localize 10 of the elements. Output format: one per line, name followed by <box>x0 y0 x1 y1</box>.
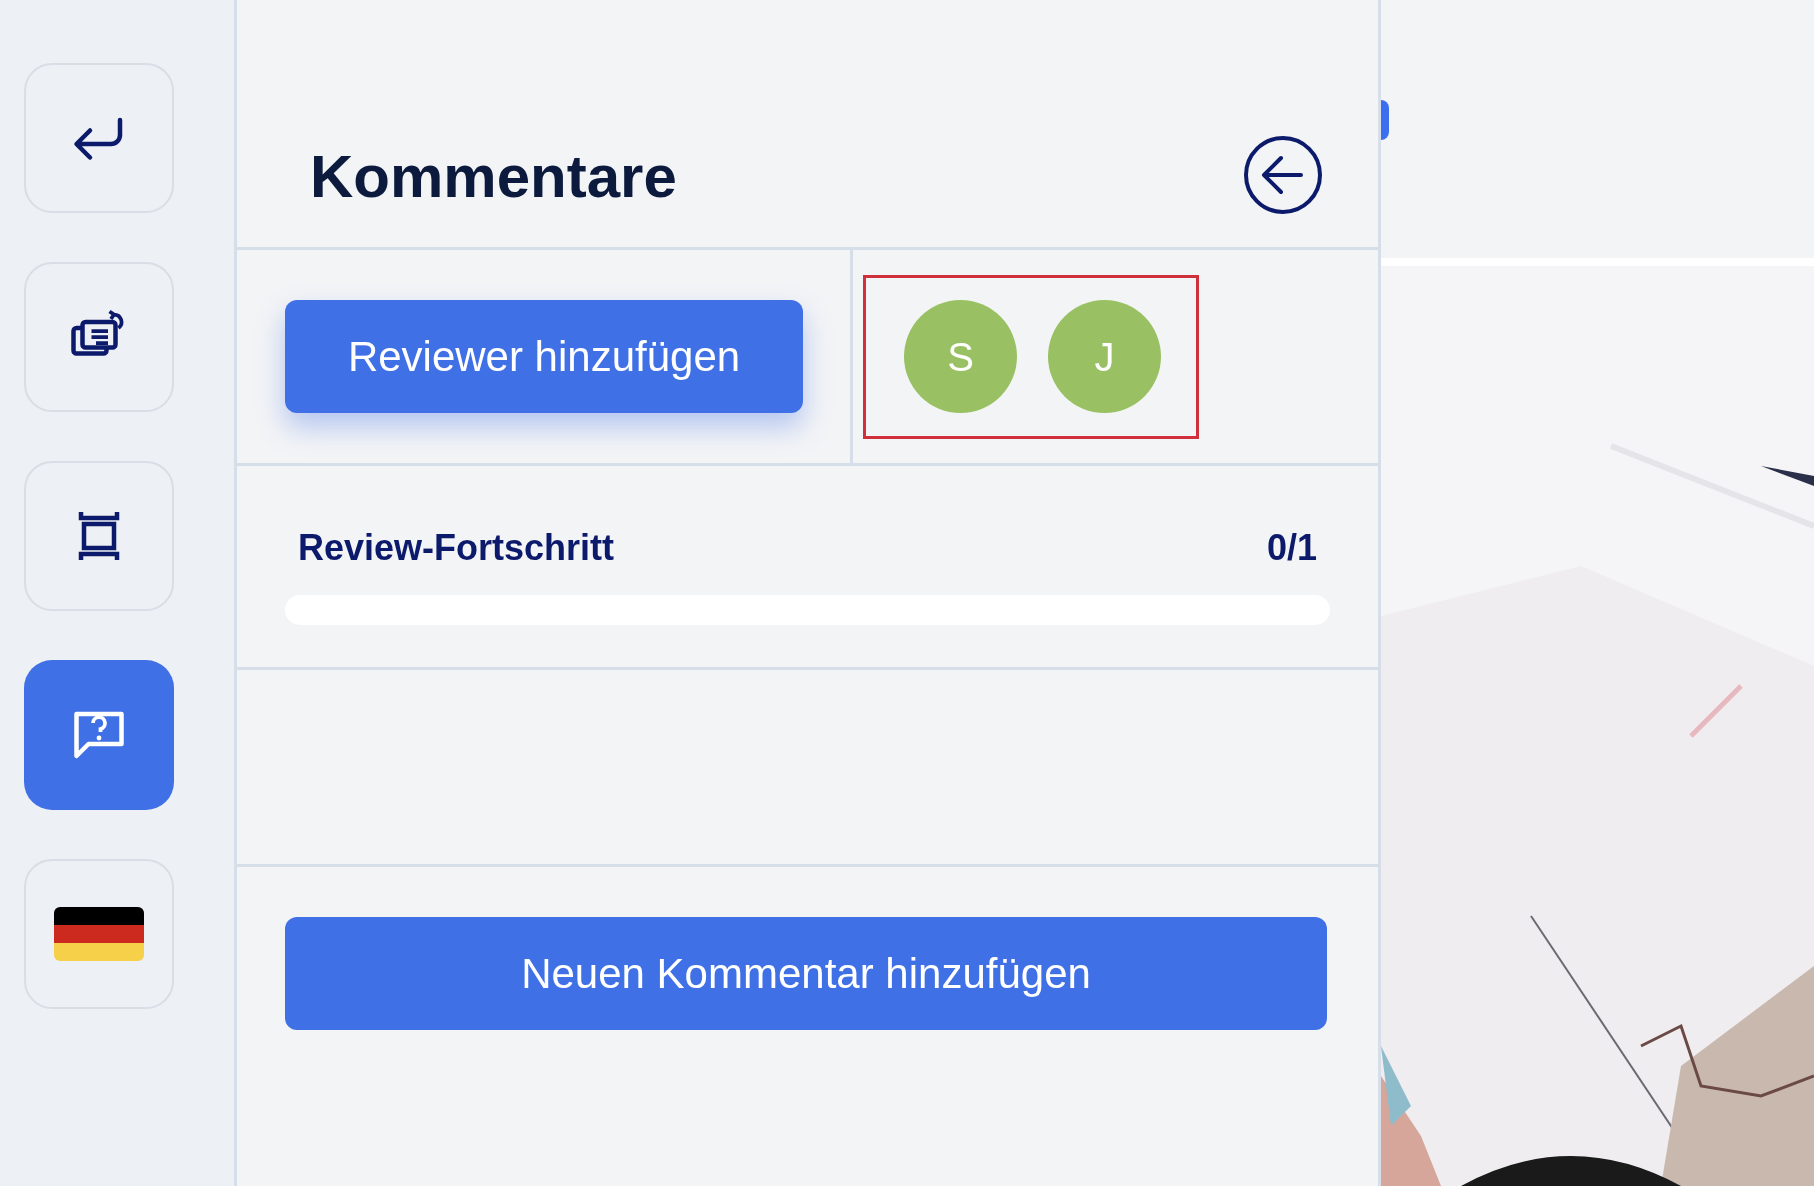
add-reviewer-button[interactable]: Reviewer hinzufügen <box>285 300 803 413</box>
new-comment-button[interactable]: Neuen Kommentar hinzufügen <box>285 917 1327 1030</box>
progress-label: Review-Fortschritt <box>298 526 615 570</box>
german-flag-icon <box>54 907 144 961</box>
sidebar-button[interactable] <box>24 461 174 611</box>
progress-reading: 0/1 <box>1266 526 1317 570</box>
sidebar-button[interactable] <box>24 859 174 1009</box>
panel-title: Kommentare <box>310 147 677 207</box>
sidebar-button[interactable] <box>24 262 174 412</box>
back-button[interactable] <box>1243 135 1323 215</box>
